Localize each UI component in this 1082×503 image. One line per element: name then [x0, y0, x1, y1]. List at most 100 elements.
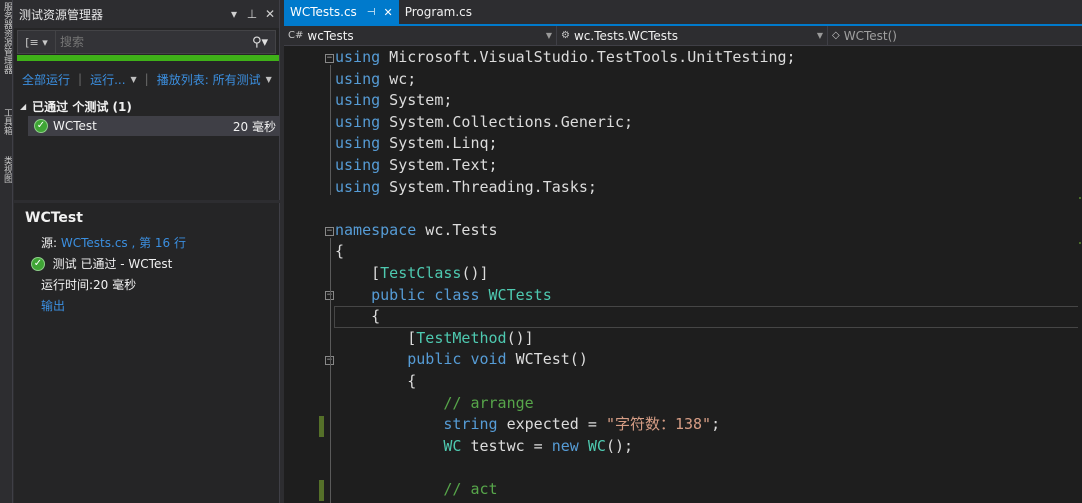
- code-line[interactable]: using System.Linq;: [284, 133, 1082, 155]
- scroll-marker: [1079, 197, 1081, 199]
- code-token: namespace: [335, 220, 417, 239]
- code-editor: WCTests.cs ⊣ ✕ Program.cs C# wcTests ▼ ⚙…: [284, 0, 1082, 503]
- side-tab-class-view[interactable]: 类视图: [1, 156, 12, 196]
- status-text: 测试 已通过 - WCTest: [52, 257, 173, 271]
- scroll-marker: [1079, 242, 1081, 244]
- code-token: using: [335, 177, 381, 196]
- code-line[interactable]: // act: [284, 479, 1082, 501]
- type-dropdown[interactable]: ⚙ wc.Tests.WCTests ▼: [557, 26, 828, 45]
- code-line-text: using System.Collections.Generic;: [335, 112, 633, 134]
- code-token: System;: [380, 91, 453, 110]
- code-token: public: [407, 350, 462, 369]
- code-token: [: [335, 264, 381, 282]
- tab-label: WCTests.cs: [290, 5, 357, 19]
- csharp-file-icon: C#: [288, 30, 304, 41]
- code-token: {: [335, 307, 381, 326]
- pin-icon[interactable]: ⊥: [243, 7, 261, 21]
- code-line-text: {: [335, 241, 344, 263]
- tab-label: Program.cs: [404, 5, 473, 19]
- chevron-down-icon: ▼: [545, 31, 552, 40]
- code-line[interactable]: using System.Text;: [284, 155, 1082, 177]
- code-line[interactable]: [284, 198, 1082, 220]
- code-line[interactable]: using System;: [284, 90, 1082, 112]
- side-tab-toolbox[interactable]: 工具箱: [1, 108, 12, 148]
- run-all-link[interactable]: 全部运行: [22, 71, 70, 88]
- code-line-text: using System.Text;: [335, 155, 498, 177]
- tab-program-cs[interactable]: Program.cs: [399, 0, 478, 24]
- code-line[interactable]: {: [284, 306, 1082, 328]
- code-line[interactable]: string expected = "字符数：138";: [284, 414, 1082, 436]
- code-token: wc.Tests: [416, 220, 498, 239]
- chevron-down-icon: ▼: [816, 31, 823, 40]
- code-token: new: [551, 436, 579, 455]
- project-dropdown[interactable]: C# wcTests ▼: [284, 26, 557, 45]
- detail-runtime: 运行时间:20 毫秒: [41, 278, 137, 292]
- playlist-link[interactable]: 播放列表: 所有测试: [157, 71, 261, 88]
- code-token: class: [434, 285, 480, 304]
- code-token: using: [335, 69, 381, 88]
- group-header-label: 已通过 个测试 (1): [32, 100, 132, 114]
- search-icon[interactable]: ⚲▾: [245, 35, 275, 50]
- code-line-text: using System;: [335, 90, 452, 112]
- code-area[interactable]: − − − − using Microsoft.VisualStudio.Tes…: [284, 47, 1082, 503]
- code-token: {: [335, 242, 345, 261]
- side-tab-server-explorer[interactable]: 服务器资源管理器: [1, 2, 12, 98]
- code-token: WC: [443, 436, 462, 455]
- code-line[interactable]: [TestClass()]: [284, 263, 1082, 285]
- code-line[interactable]: using wc;: [284, 69, 1082, 91]
- code-line[interactable]: {: [284, 241, 1082, 263]
- passed-group-header[interactable]: ◢ 已通过 个测试 (1): [20, 98, 132, 115]
- test-row[interactable]: ✓ WCTest 20 毫秒: [28, 116, 280, 136]
- code-line-text: [TestMethod()]: [335, 328, 533, 350]
- test-explorer-panel: 测试资源管理器 ▾ ⊥ ✕ [≡ ▾ ⚲▾ 全部运行 | 运行... ▼ | 播…: [14, 0, 280, 503]
- search-input[interactable]: [56, 31, 245, 53]
- code-line[interactable]: public void WCTest(): [284, 349, 1082, 371]
- vertical-scrollbar[interactable]: [1078, 47, 1082, 503]
- detail-title: WCTest: [25, 210, 83, 226]
- code-line[interactable]: using System.Threading.Tasks;: [284, 177, 1082, 199]
- code-line-text: // act: [335, 479, 497, 501]
- method-icon: ◇: [832, 30, 840, 41]
- tab-wctests-cs[interactable]: WCTests.cs ⊣ ✕: [284, 0, 399, 24]
- code-token: using: [335, 112, 381, 131]
- collapse-triangle-icon[interactable]: ◢: [20, 102, 26, 111]
- dropdown-icon[interactable]: ▾: [225, 7, 243, 21]
- member-dropdown[interactable]: ◇ WCTest(): [828, 26, 1082, 45]
- code-line[interactable]: [TestMethod()]: [284, 328, 1082, 350]
- code-line[interactable]: public class WCTests: [284, 285, 1082, 307]
- code-line[interactable]: {: [284, 371, 1082, 393]
- code-line-text: {: [335, 371, 416, 393]
- code-line[interactable]: [284, 457, 1082, 479]
- chevron-down-icon[interactable]: ▼: [266, 75, 272, 84]
- group-by-icon[interactable]: [≡ ▾: [18, 31, 56, 53]
- code-token: TestMethod: [416, 328, 507, 347]
- pin-icon[interactable]: ⊣: [367, 7, 376, 18]
- output-link[interactable]: 输出: [25, 295, 275, 316]
- run-link[interactable]: 运行...: [90, 71, 125, 88]
- test-detail-pane: WCTest 源: WCTests.cs , 第 16 行 ✓ 测试 已通过 -…: [25, 210, 275, 316]
- code-token: ()]: [461, 264, 489, 282]
- source-label: 源:: [41, 236, 58, 250]
- code-token: System.Linq;: [380, 134, 498, 153]
- test-progress-bar: [17, 55, 279, 61]
- chevron-down-icon[interactable]: ▼: [131, 75, 137, 84]
- code-line-text: string expected = "字符数：138";: [335, 414, 720, 436]
- code-line[interactable]: namespace wc.Tests: [284, 220, 1082, 242]
- code-line[interactable]: using System.Collections.Generic;: [284, 112, 1082, 134]
- test-explorer-title-bar: 测试资源管理器 ▾ ⊥ ✕: [14, 0, 279, 28]
- close-icon[interactable]: ✕: [384, 6, 393, 19]
- code-line[interactable]: using Microsoft.VisualStudio.TestTools.U…: [284, 47, 1082, 69]
- code-line[interactable]: // arrange: [284, 393, 1082, 415]
- close-icon[interactable]: ✕: [261, 7, 279, 21]
- code-line[interactable]: WC testwc = new WC();: [284, 436, 1082, 458]
- code-token: using: [335, 134, 381, 153]
- source-link[interactable]: WCTests.cs , 第 16 行: [61, 234, 186, 251]
- code-token: TestClass: [380, 264, 462, 282]
- code-token: using: [335, 48, 381, 66]
- panel-splitter[interactable]: [14, 200, 280, 203]
- code-token: // arrange: [443, 393, 534, 412]
- code-token: WCTest(): [506, 350, 588, 369]
